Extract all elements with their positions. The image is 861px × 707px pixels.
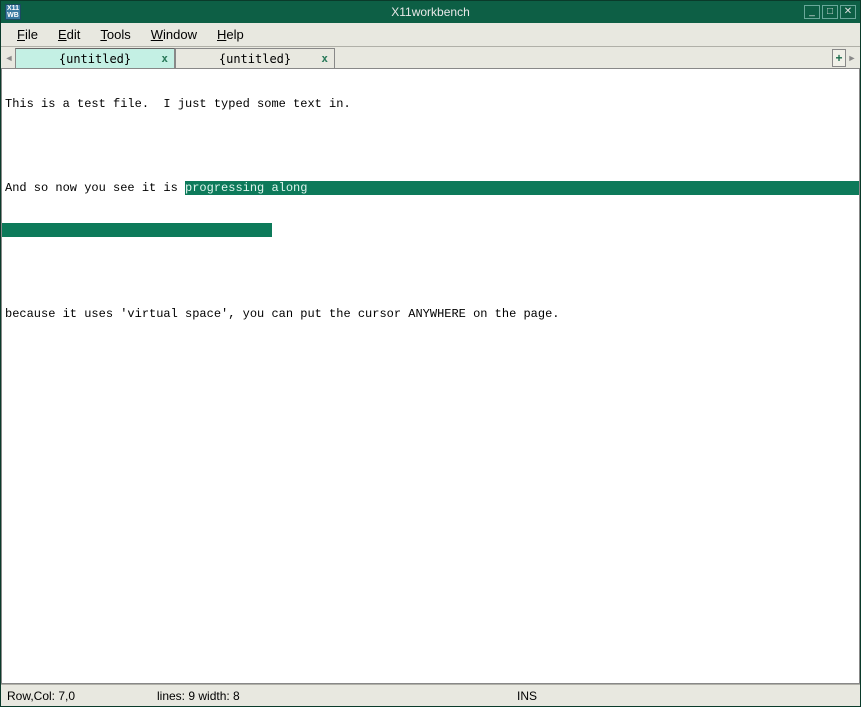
editor-line[interactable] [2, 265, 859, 279]
window-controls: _ □ ✕ [804, 5, 856, 19]
menu-tools[interactable]: Tools [90, 25, 140, 44]
close-button[interactable]: ✕ [840, 5, 856, 19]
tab-close-icon[interactable]: x [161, 52, 168, 65]
tab-scroll-left[interactable]: ◄ [3, 48, 15, 68]
tab-0[interactable]: {untitled} x [15, 48, 175, 68]
minimize-button[interactable]: _ [804, 5, 820, 19]
editor-line[interactable]: because it uses 'virtual space', you can… [2, 307, 859, 321]
tab-scroll-right[interactable]: ► [846, 48, 858, 68]
status-bar: Row,Col: 7,0 lines: 9 width: 8 INS [1, 684, 860, 706]
text-editor[interactable]: This is a test file. I just typed some t… [1, 69, 860, 684]
menu-edit[interactable]: Edit [48, 25, 90, 44]
window-title: X11workbench [391, 5, 470, 19]
selection: progressing along [185, 181, 859, 195]
tab-1[interactable]: {untitled} x [175, 48, 335, 68]
menu-file[interactable]: File [7, 25, 48, 44]
tab-close-icon[interactable]: x [321, 52, 328, 65]
tab-bar: ◄ {untitled} x {untitled} x + ► [1, 47, 860, 69]
editor-line[interactable] [2, 223, 859, 237]
status-lines-width: lines: 9 width: 8 [157, 689, 517, 703]
app-window: X11WB X11workbench _ □ ✕ File Edit Tools… [0, 0, 861, 707]
selection [2, 223, 272, 237]
tab-add-button[interactable]: + [832, 49, 846, 67]
app-icon: X11WB [5, 4, 21, 20]
menu-help[interactable]: Help [207, 25, 254, 44]
status-rowcol: Row,Col: 7,0 [7, 689, 157, 703]
menu-window[interactable]: Window [141, 25, 207, 44]
tab-label: {untitled} [59, 52, 131, 66]
maximize-button[interactable]: □ [822, 5, 838, 19]
status-insert-mode: INS [517, 689, 537, 703]
title-bar[interactable]: X11WB X11workbench _ □ ✕ [1, 1, 860, 23]
menu-bar: File Edit Tools Window Help [1, 23, 860, 47]
text-segment: And so now you see it is [2, 181, 185, 195]
editor-line[interactable]: And so now you see it is progressing alo… [2, 181, 859, 195]
editor-content[interactable]: This is a test file. I just typed some t… [2, 69, 859, 349]
editor-line[interactable]: This is a test file. I just typed some t… [2, 97, 859, 111]
editor-line[interactable] [2, 139, 859, 153]
tab-label: {untitled} [219, 52, 291, 66]
